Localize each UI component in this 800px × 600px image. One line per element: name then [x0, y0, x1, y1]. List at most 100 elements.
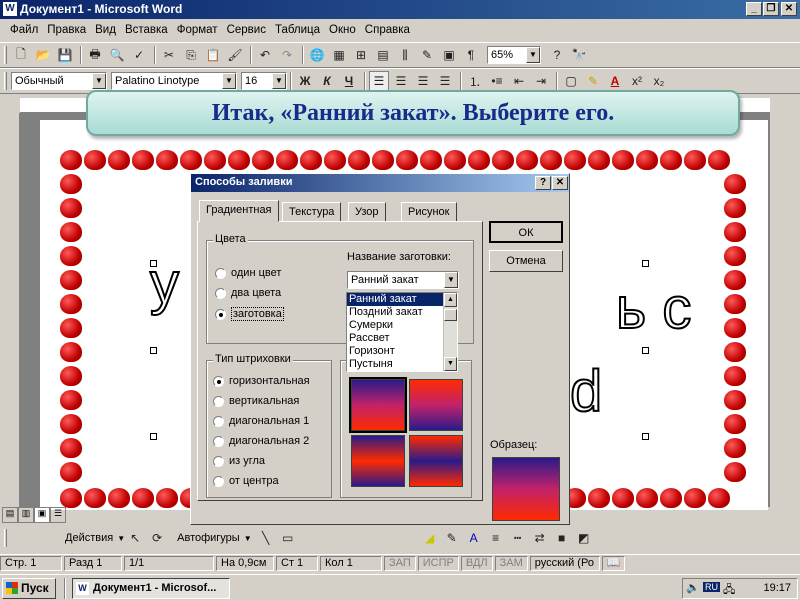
- wordart-text-right-bottom[interactable]: d: [569, 358, 603, 425]
- align-center-icon[interactable]: ☰: [391, 71, 411, 91]
- menu-edit[interactable]: Правка: [47, 24, 86, 36]
- preset-option[interactable]: Ранний закат: [347, 293, 457, 306]
- radio-two-colors[interactable]: два цвета: [215, 287, 281, 299]
- select-objects-icon[interactable]: ↖: [125, 528, 145, 548]
- italic-button[interactable]: К: [317, 71, 337, 91]
- menu-window[interactable]: Окно: [329, 24, 356, 36]
- radio-from-corner[interactable]: из угла: [213, 455, 265, 467]
- spelling-status-icon[interactable]: 📖: [601, 556, 626, 571]
- copy-icon[interactable]: ⎘: [181, 45, 201, 65]
- selection-handle[interactable]: [150, 260, 157, 267]
- font-color-icon[interactable]: A: [464, 528, 484, 548]
- print-view-icon[interactable]: ▣: [34, 507, 50, 523]
- wordart-text-right[interactable]: ь с: [615, 275, 692, 342]
- status-language[interactable]: русский (Ро: [529, 556, 600, 571]
- shadow-icon[interactable]: ■: [552, 528, 572, 548]
- toolbar-grip[interactable]: [4, 72, 7, 90]
- superscript-icon[interactable]: x²: [627, 71, 647, 91]
- menu-view[interactable]: Вид: [95, 24, 116, 36]
- increase-indent-icon[interactable]: ⇥: [531, 71, 551, 91]
- bold-button[interactable]: Ж: [295, 71, 315, 91]
- list-scrollbar[interactable]: ▲ ▼: [443, 293, 457, 371]
- outline-view-icon[interactable]: ☰: [50, 507, 66, 523]
- status-trk[interactable]: ИСПР: [417, 556, 459, 571]
- cut-icon[interactable]: ✂: [159, 45, 179, 65]
- font-combo[interactable]: Palatino Linotype ▼: [111, 72, 237, 90]
- autoshapes-menu[interactable]: Автофигуры: [177, 532, 240, 544]
- radio-diagonal-up[interactable]: диагональная 1: [213, 415, 309, 427]
- preset-option[interactable]: Горизонт: [347, 345, 457, 358]
- selection-handle[interactable]: [642, 433, 649, 440]
- selection-handle[interactable]: [150, 347, 157, 354]
- tables-borders-icon[interactable]: ▦: [329, 45, 349, 65]
- ok-button[interactable]: ОК: [489, 221, 563, 243]
- chevron-down-icon[interactable]: ▼: [244, 534, 252, 543]
- taskbar-word-button[interactable]: W Документ1 - Microsof...: [72, 578, 230, 599]
- volume-icon[interactable]: 🔈: [686, 581, 700, 594]
- underline-button[interactable]: Ч: [339, 71, 359, 91]
- vertical-ruler[interactable]: [2, 113, 20, 507]
- print-preview-icon[interactable]: 🔍: [107, 45, 127, 65]
- maximize-button[interactable]: ❐: [763, 2, 779, 16]
- radio-preset[interactable]: заготовка: [215, 307, 284, 321]
- variant-swatch-1[interactable]: [349, 377, 407, 433]
- network-icon[interactable]: 🖧: [723, 581, 735, 600]
- scroll-thumb[interactable]: [444, 309, 457, 321]
- selection-handle[interactable]: [642, 260, 649, 267]
- preset-option[interactable]: Поздний закат: [347, 306, 457, 319]
- tab-texture[interactable]: Текстура: [282, 202, 342, 222]
- print-icon[interactable]: 🖶: [85, 45, 105, 65]
- align-right-icon[interactable]: ☰: [413, 71, 433, 91]
- dialog-help-button[interactable]: ?: [535, 176, 551, 190]
- menu-tools[interactable]: Сервис: [227, 24, 266, 36]
- menu-insert[interactable]: Вставка: [125, 24, 168, 36]
- decrease-indent-icon[interactable]: ⇤: [509, 71, 529, 91]
- open-folder-icon[interactable]: 📂: [33, 45, 53, 65]
- hyperlink-icon[interactable]: 🌐: [307, 45, 327, 65]
- preset-dropdown-list[interactable]: Ранний закат Поздний закат Сумерки Рассв…: [346, 292, 458, 372]
- insert-excel-icon[interactable]: ▤: [373, 45, 393, 65]
- tab-pattern[interactable]: Узор: [348, 202, 386, 222]
- chevron-down-icon[interactable]: ▼: [272, 73, 286, 89]
- menu-table[interactable]: Таблица: [275, 24, 320, 36]
- columns-icon[interactable]: ⫼: [395, 45, 415, 65]
- scroll-up-icon[interactable]: ▲: [444, 293, 457, 307]
- help-icon[interactable]: ?: [547, 45, 567, 65]
- highlight-icon[interactable]: ✎: [583, 71, 603, 91]
- close-button[interactable]: ✕: [781, 2, 797, 16]
- radio-horizontal[interactable]: горизонтальная: [213, 375, 310, 387]
- arrow-style-icon[interactable]: ⇄: [530, 528, 550, 548]
- chevron-down-icon[interactable]: ▼: [117, 534, 125, 543]
- variant-swatch-4[interactable]: [409, 435, 463, 487]
- scroll-down-icon[interactable]: ▼: [444, 357, 457, 371]
- redo-icon[interactable]: ↷: [277, 45, 297, 65]
- toolbar-grip[interactable]: [4, 46, 7, 64]
- line-color-icon[interactable]: ✎: [442, 528, 462, 548]
- save-icon[interactable]: 💾: [55, 45, 75, 65]
- preset-combo[interactable]: Ранний закат ▼: [347, 271, 459, 289]
- selection-handle[interactable]: [150, 433, 157, 440]
- bullets-icon[interactable]: •≡: [487, 71, 507, 91]
- subscript-icon[interactable]: x₂: [649, 71, 669, 91]
- radio-diagonal-down[interactable]: диагональная 2: [213, 435, 309, 447]
- undo-icon[interactable]: ↶: [255, 45, 275, 65]
- cancel-button[interactable]: Отмена: [489, 250, 563, 272]
- font-color-icon[interactable]: A: [605, 71, 625, 91]
- chevron-down-icon[interactable]: ▼: [444, 272, 458, 288]
- status-ext[interactable]: ВДЛ: [460, 556, 493, 571]
- chevron-down-icon[interactable]: ▼: [222, 73, 236, 89]
- minimize-button[interactable]: _: [746, 2, 762, 16]
- new-document-icon[interactable]: 🗋: [11, 45, 31, 65]
- align-left-icon[interactable]: ☰: [369, 71, 389, 91]
- status-rec[interactable]: ЗАП: [384, 556, 416, 571]
- chevron-down-icon[interactable]: ▼: [526, 47, 540, 63]
- preset-option[interactable]: Пустыня: [347, 358, 457, 371]
- justify-icon[interactable]: ☰: [435, 71, 455, 91]
- language-indicator[interactable]: RU: [703, 582, 720, 592]
- normal-view-icon[interactable]: ▤: [2, 507, 18, 523]
- menu-help[interactable]: Справка: [365, 24, 410, 36]
- dash-style-icon[interactable]: ┅: [508, 528, 528, 548]
- show-hide-icon[interactable]: ¶: [461, 45, 481, 65]
- zoom-combo[interactable]: 65% ▼: [487, 46, 541, 64]
- menu-format[interactable]: Формат: [177, 24, 218, 36]
